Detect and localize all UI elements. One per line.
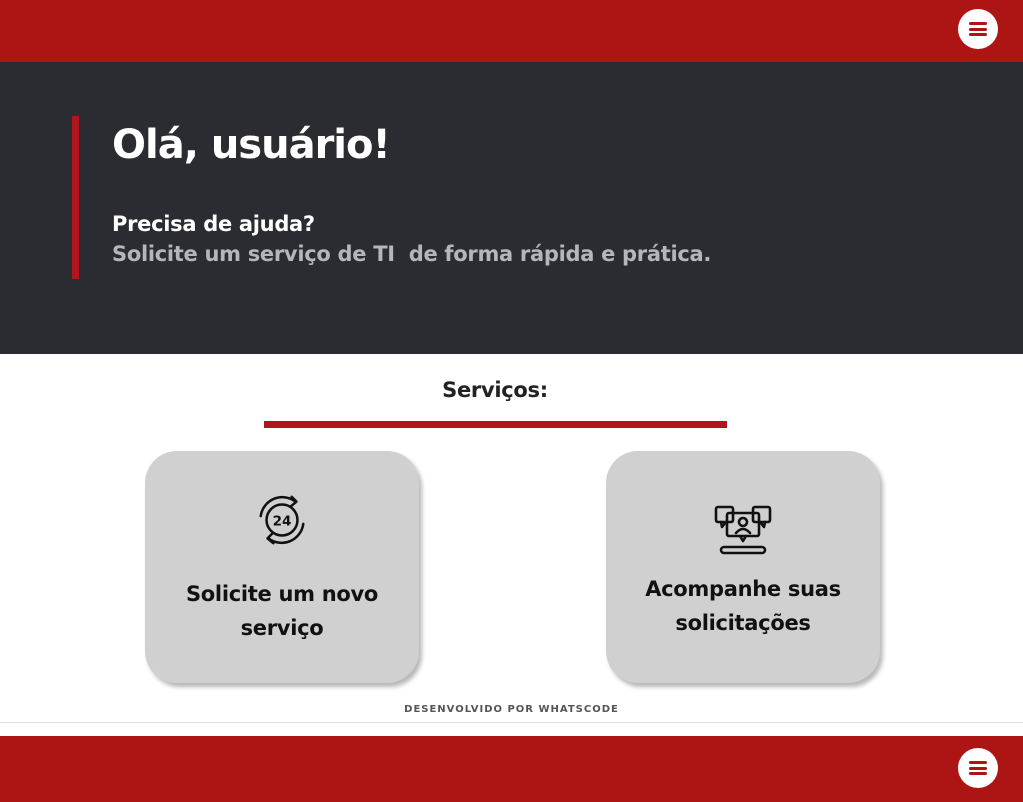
hamburger-menu-icon bbox=[969, 22, 987, 36]
hero-banner: Olá, usuário! Precisa de ajuda? Solicite… bbox=[0, 62, 1023, 354]
developer-credit: DESENVOLVIDO POR WHATSCODE bbox=[404, 704, 619, 715]
greeting-title: Olá, usuário! bbox=[112, 122, 391, 168]
24-hours-icon: 24 bbox=[259, 495, 305, 545]
footer-divider bbox=[0, 722, 1023, 723]
new-service-label: Solicite um novo serviço bbox=[185, 582, 379, 640]
track-requests-label: Acompanhe suas solicitações bbox=[645, 577, 841, 635]
bottom-navbar bbox=[0, 736, 1023, 802]
hamburger-menu-icon bbox=[969, 761, 987, 775]
top-menu-button[interactable] bbox=[958, 9, 998, 49]
services-title: Serviços: bbox=[442, 378, 548, 402]
help-subtitle: Solicite um serviço de TI de forma rápid… bbox=[112, 242, 712, 266]
top-navbar bbox=[0, 0, 1023, 62]
services-underline bbox=[264, 421, 727, 428]
track-requests-card[interactable]: Acompanhe suas solicitações bbox=[606, 451, 880, 683]
chat-support-icon bbox=[714, 505, 772, 555]
hero-accent-bar bbox=[72, 116, 79, 279]
bottom-menu-button[interactable] bbox=[958, 748, 998, 788]
help-question: Precisa de ajuda? bbox=[112, 212, 315, 236]
new-service-card[interactable]: 24 Solicite um novo serviço bbox=[145, 451, 419, 683]
svg-text:24: 24 bbox=[273, 513, 292, 529]
